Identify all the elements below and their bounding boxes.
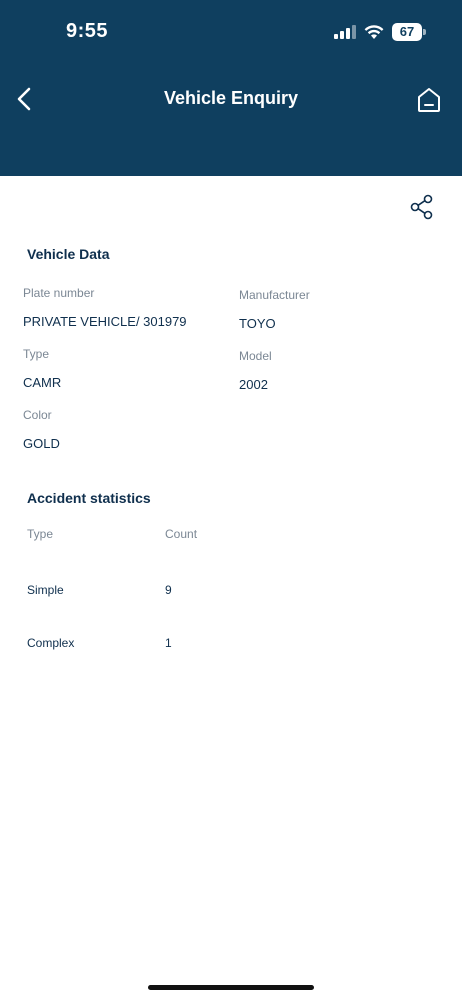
plate-number-value: PRIVATE VEHICLE/ 301979 (23, 314, 187, 329)
battery-icon: 67 (392, 23, 426, 41)
wifi-icon (364, 24, 384, 40)
home-icon (418, 88, 440, 112)
share-button[interactable] (409, 194, 435, 220)
column-header-type: Type (27, 527, 54, 541)
status-icons: 67 (334, 22, 426, 42)
plate-number-label: Plate number (23, 286, 95, 300)
row-count: 9 (165, 583, 172, 597)
home-indicator[interactable] (148, 985, 314, 990)
status-time: 9:55 (66, 20, 109, 42)
row-type: Simple (27, 583, 64, 597)
cellular-signal-icon (334, 25, 356, 39)
share-icon (410, 194, 433, 220)
color-value: GOLD (23, 436, 60, 451)
manufacturer-value: TOYO (239, 316, 276, 331)
app-header: 9:55 67 Vehicle Enquiry (0, 0, 462, 176)
model-label: Model (239, 349, 272, 363)
vehicle-data-title: Vehicle Data (27, 246, 110, 262)
row-count: 1 (165, 636, 172, 650)
model-value: 2002 (239, 377, 268, 392)
accident-statistics-title: Accident statistics (27, 490, 151, 506)
type-value: CAMR (23, 375, 62, 390)
home-button[interactable] (416, 86, 442, 114)
manufacturer-label: Manufacturer (239, 288, 310, 302)
row-type: Complex (27, 636, 75, 650)
type-label: Type (23, 347, 50, 361)
page-title: Vehicle Enquiry (163, 88, 299, 108)
color-label: Color (23, 408, 52, 422)
column-header-count: Count (165, 527, 198, 541)
